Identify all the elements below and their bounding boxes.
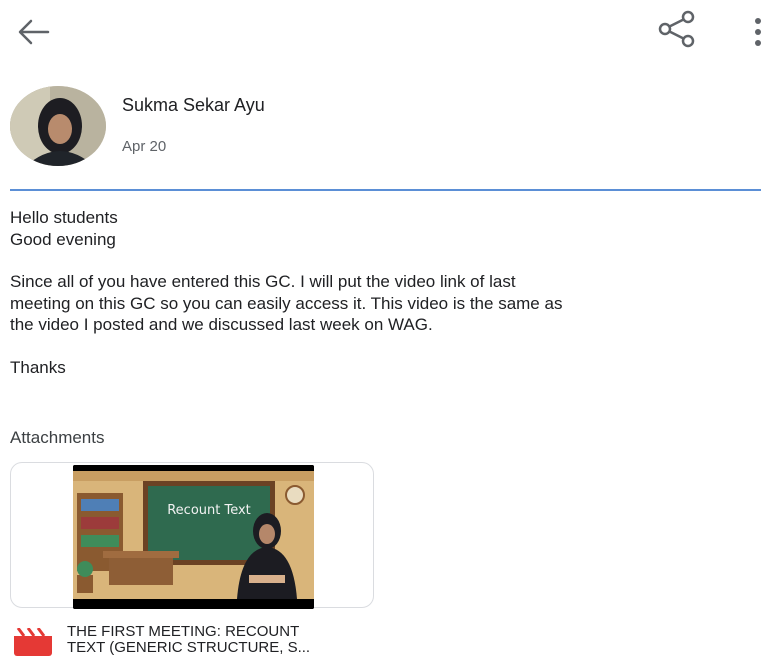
post-body: Hello students Good evening Since all of… <box>10 207 755 378</box>
body-line: the video I posted and we discussed last… <box>10 315 433 334</box>
author-name: Sukma Sekar Ayu <box>122 95 265 115</box>
video-thumbnail[interactable]: Recount Text <box>73 465 314 609</box>
body-line: Good evening <box>10 229 116 249</box>
body-line: Hello students <box>10 208 118 227</box>
back-button[interactable] <box>8 12 58 52</box>
attachments-heading: Attachments <box>10 428 105 447</box>
body-line: Thanks <box>10 357 66 377</box>
more-vertical-icon <box>755 18 761 46</box>
share-icon <box>658 10 695 48</box>
more-options-button[interactable] <box>748 14 761 50</box>
share-button[interactable] <box>650 6 704 52</box>
body-line: meeting on this GC so you can easily acc… <box>10 293 563 313</box>
post-date: Apr 20 <box>122 138 167 155</box>
thumbnail-caption: Recount Text <box>167 503 251 518</box>
body-line: Since all of you have entered this GC. I… <box>10 272 516 291</box>
avatar <box>10 86 106 166</box>
arrow-left-icon <box>18 19 50 45</box>
attachment-title[interactable]: THE FIRST MEETING: RECOUNT TEXT (GENERIC… <box>67 624 367 656</box>
attachment-title-line2: TEXT (GENERIC STRUCTURE, S... <box>67 639 311 656</box>
attachment-title-line1: THE FIRST MEETING: RECOUNT <box>67 623 300 640</box>
video-attachment-card[interactable]: Recount Text <box>10 462 374 609</box>
header-divider <box>10 189 761 191</box>
video-file-icon <box>14 627 52 656</box>
